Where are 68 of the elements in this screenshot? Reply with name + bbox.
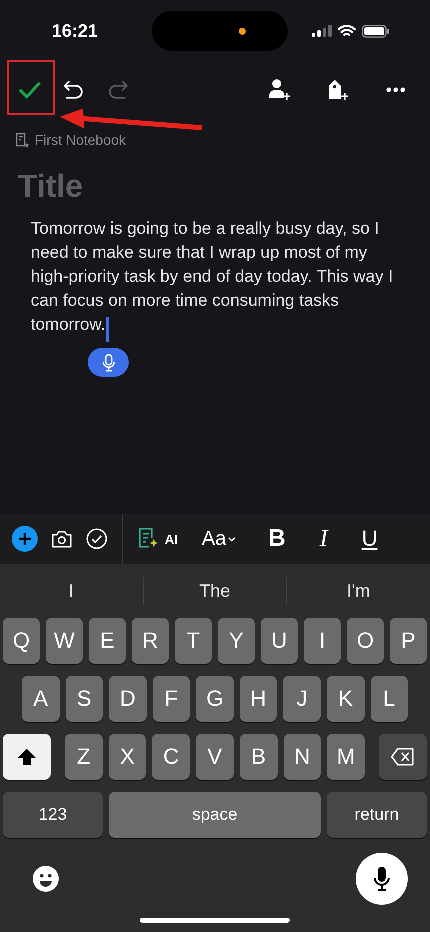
notebook-icon: [16, 132, 30, 148]
plus-icon: [18, 532, 32, 546]
sparkle-note-icon: [137, 527, 161, 551]
letter-key[interactable]: B: [240, 734, 278, 780]
battery-icon: [362, 24, 390, 38]
letter-key[interactable]: R: [132, 618, 169, 664]
letter-key[interactable]: H: [240, 676, 278, 722]
letter-key[interactable]: K: [326, 676, 364, 722]
letter-key[interactable]: P: [390, 618, 427, 664]
dictation-button[interactable]: [88, 348, 129, 377]
shift-icon: [17, 748, 37, 766]
add-person-icon: [268, 78, 292, 102]
letter-key[interactable]: C: [152, 734, 190, 780]
letter-key[interactable]: V: [196, 734, 234, 780]
redo-icon: [107, 79, 129, 101]
letter-key[interactable]: M: [327, 734, 366, 780]
text-cursor: [106, 317, 109, 342]
letter-key[interactable]: G: [196, 676, 234, 722]
delete-key[interactable]: [379, 734, 427, 780]
letter-key[interactable]: Z: [65, 734, 103, 780]
status-time: 16:21: [52, 20, 98, 42]
backspace-icon: [391, 748, 415, 766]
letter-key[interactable]: W: [46, 618, 83, 664]
more-icon: [386, 87, 406, 93]
suggestion-word[interactable]: I'm: [287, 580, 430, 602]
note-body-text[interactable]: Tomorrow is going to be a really busy day, so I need to make sure that I wrap up most of my high-priority task by end of day today. This way I can focus on more time consuming tasks tomorrow.: [31, 217, 397, 337]
letter-key[interactable]: F: [152, 676, 190, 722]
suggestion-word[interactable]: I: [0, 580, 143, 602]
add-button[interactable]: [12, 526, 38, 552]
letter-key[interactable]: N: [284, 734, 322, 780]
add-tag-icon: [326, 78, 350, 102]
font-button[interactable]: Aa: [202, 519, 236, 559]
check-icon: [18, 80, 42, 100]
title-field[interactable]: Title: [18, 168, 412, 205]
microphone-icon: [102, 354, 116, 372]
highlight-frame: [7, 60, 55, 115]
return-key[interactable]: return: [327, 792, 427, 838]
chevron-down-icon: [228, 536, 236, 542]
suggestion-word[interactable]: The: [144, 580, 286, 602]
notebook-label[interactable]: First Notebook: [35, 132, 126, 148]
shift-key[interactable]: [3, 734, 51, 780]
letter-key[interactable]: Y: [218, 618, 255, 664]
letter-key[interactable]: O: [347, 618, 384, 664]
check-circle-icon: [86, 528, 108, 550]
wifi-icon: [338, 24, 356, 38]
letter-key[interactable]: I: [304, 618, 341, 664]
camera-icon: [52, 530, 72, 548]
microphone-icon: [373, 866, 391, 892]
undo-icon: [63, 79, 85, 101]
letter-key[interactable]: U: [261, 618, 298, 664]
letter-key[interactable]: S: [66, 676, 104, 722]
emoji-icon[interactable]: [32, 865, 60, 893]
letter-key[interactable]: J: [283, 676, 321, 722]
italic-button[interactable]: I: [320, 519, 328, 559]
signal-icon: [312, 25, 332, 37]
letter-key[interactable]: Q: [3, 618, 40, 664]
ai-button[interactable]: AI: [137, 519, 178, 559]
dictation-key[interactable]: [356, 853, 408, 905]
letter-key[interactable]: L: [370, 676, 408, 722]
letter-key[interactable]: E: [89, 618, 126, 664]
letter-key[interactable]: D: [109, 676, 147, 722]
underline-button[interactable]: U: [362, 519, 378, 559]
letter-key[interactable]: A: [22, 676, 60, 722]
letter-key[interactable]: X: [108, 734, 146, 780]
numbers-key[interactable]: 123: [3, 792, 103, 838]
bold-button[interactable]: B: [268, 519, 286, 559]
space-key[interactable]: space: [109, 792, 321, 838]
letter-key[interactable]: T: [175, 618, 212, 664]
